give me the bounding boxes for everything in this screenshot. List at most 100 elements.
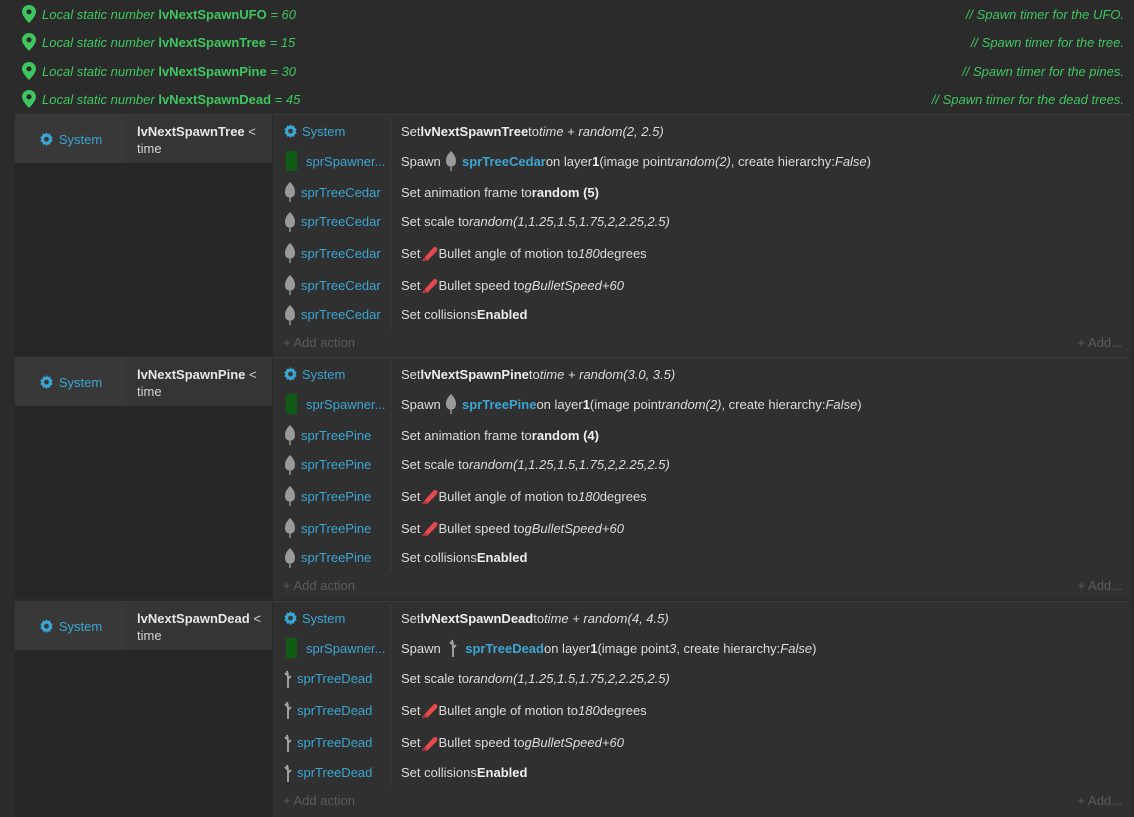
action-object[interactable]: sprSpawner... <box>283 145 389 177</box>
action-row[interactable]: sprTreeCedar Set Bullet speed to gBullet… <box>273 270 1130 300</box>
divider <box>390 632 391 664</box>
action-row[interactable]: sprTreePine Set collisions Enabled <box>273 543 1130 572</box>
tree-icon <box>283 305 297 325</box>
condition-system-object[interactable]: System <box>15 358 126 406</box>
add-action-button[interactable]: + Add action <box>283 578 355 593</box>
condition-compare[interactable]: lvNextSpawnTree < time <box>126 115 272 163</box>
action-object[interactable]: sprTreePine <box>283 450 389 479</box>
action-object[interactable]: sprTreeCedar <box>283 207 389 236</box>
divider <box>390 727 391 758</box>
action-object[interactable]: sprTreeCedar <box>283 300 389 329</box>
action-row[interactable]: sprSpawner... Spawn sprTreeDead on layer… <box>273 632 1130 664</box>
action-row[interactable]: sprSpawner... Spawn sprTreeCedar on laye… <box>273 145 1130 177</box>
variable-row[interactable]: Local static number lvNextSpawnPine = 30… <box>0 57 1134 85</box>
spawner-icon <box>286 394 297 414</box>
divider <box>390 360 391 388</box>
action-object[interactable]: sprTreePine <box>283 513 389 543</box>
add-action-button[interactable]: + Add action <box>283 335 355 350</box>
action-object[interactable]: sprTreePine <box>283 543 389 572</box>
condition-system-object[interactable]: System <box>15 602 126 650</box>
action-object[interactable]: sprTreeCedar <box>283 177 389 207</box>
condition-compare[interactable]: lvNextSpawnDead < time <box>126 602 272 650</box>
action-row[interactable]: sprTreeCedar Set animation frame to rand… <box>273 177 1130 207</box>
event-block[interactable]: System lvNextSpawnTree < time System Set… <box>15 114 1130 356</box>
action-object[interactable]: sprTreePine <box>283 479 389 513</box>
action-text: Set lvNextSpawnTree to time + random(2, … <box>401 123 664 139</box>
action-text: Set Bullet angle of motion to 180 degree… <box>401 245 647 261</box>
event-block[interactable]: System lvNextSpawnDead < time System Set… <box>15 601 1130 817</box>
action-object-label: sprTreeDead <box>297 671 373 686</box>
action-row[interactable]: sprTreePine Set Bullet speed to gBulletS… <box>273 513 1130 543</box>
action-object[interactable]: System <box>283 360 389 388</box>
spawner-icon <box>286 638 297 658</box>
action-row[interactable]: System Set lvNextSpawnDead to time + ran… <box>273 604 1130 632</box>
action-row[interactable]: sprTreeDead Set Bullet speed to gBulletS… <box>273 727 1130 758</box>
action-object[interactable]: sprTreeDead <box>283 693 389 727</box>
variable-comment: // Spawn timer for the tree. <box>970 34 1124 50</box>
action-object[interactable]: sprTreePine <box>283 420 389 450</box>
action-row[interactable]: System Set lvNextSpawnTree to time + ran… <box>273 117 1130 145</box>
action-text: Set collisions Enabled <box>401 307 528 322</box>
action-row[interactable]: sprTreeDead Set Bullet angle of motion t… <box>273 693 1130 727</box>
variable-row[interactable]: Local static number lvNextSpawnUFO = 60 … <box>0 0 1134 28</box>
condition-object-label: System <box>58 131 103 147</box>
divider <box>390 236 391 270</box>
action-row[interactable]: sprTreePine Set scale to random(1,1.25,1… <box>273 450 1130 479</box>
action-text: Set animation frame to random (5) <box>401 184 599 200</box>
action-text: Set collisions Enabled <box>401 550 528 565</box>
variable-row[interactable]: Local static number lvNextSpawnTree = 15… <box>0 28 1134 56</box>
condition-system-object[interactable]: System <box>15 115 126 163</box>
bullet-behavior-icon <box>421 702 439 718</box>
action-object[interactable]: sprTreeDead <box>283 664 389 693</box>
divider <box>390 513 391 543</box>
action-row[interactable]: sprTreeCedar Set Bullet angle of motion … <box>273 236 1130 270</box>
action-row[interactable]: sprSpawner... Spawn sprTreePine on layer… <box>273 388 1130 420</box>
action-text: Set scale to random(1,1.25,1.5,1.75,2,2.… <box>401 671 670 686</box>
action-row[interactable]: sprTreeCedar Set collisions Enabled <box>273 300 1130 329</box>
divider <box>390 693 391 727</box>
divider <box>390 207 391 236</box>
condition-operator: < <box>244 124 256 139</box>
condition-operator: < <box>245 367 257 382</box>
action-object[interactable]: System <box>283 117 389 145</box>
action-object[interactable]: sprTreeCedar <box>283 270 389 300</box>
bullet-behavior-icon <box>421 277 439 293</box>
action-row[interactable]: sprTreePine Set animation frame to rando… <box>273 420 1130 450</box>
gear-icon <box>283 124 298 139</box>
condition-compare[interactable]: lvNextSpawnPine < time <box>126 358 272 406</box>
action-object-label: sprTreeDead <box>297 702 373 718</box>
action-object[interactable]: sprSpawner... <box>283 388 389 420</box>
action-row[interactable]: System Set lvNextSpawnPine to time + ran… <box>273 360 1130 388</box>
action-row[interactable]: sprTreePine Set Bullet angle of motion t… <box>273 479 1130 513</box>
divider <box>390 604 391 632</box>
action-text: Set scale to random(1,1.25,1.5,1.75,2,2.… <box>401 457 670 472</box>
variable-row[interactable]: Local static number lvNextSpawnDead = 45… <box>0 85 1134 113</box>
action-object[interactable]: sprSpawner... <box>283 632 389 664</box>
event-block[interactable]: System lvNextSpawnPine < time System Set… <box>15 357 1130 599</box>
action-object[interactable]: sprTreeDead <box>283 727 389 758</box>
action-object-label: sprTreeCedar <box>301 245 381 261</box>
variable-comment: // Spawn timer for the pines. <box>962 63 1124 79</box>
action-row[interactable]: sprTreeDead Set scale to random(1,1.25,1… <box>273 664 1130 693</box>
action-text: Spawn sprTreeDead on layer 1 (image poin… <box>401 640 817 656</box>
divider <box>390 664 391 693</box>
action-row[interactable]: sprTreeCedar Set scale to random(1,1.25,… <box>273 207 1130 236</box>
divider <box>390 758 391 787</box>
add-more-button[interactable]: + Add... <box>1078 578 1122 593</box>
tree-icon <box>283 182 297 202</box>
divider <box>390 177 391 207</box>
tree-icon <box>283 243 297 263</box>
add-more-button[interactable]: + Add... <box>1078 793 1122 808</box>
gear-icon <box>283 367 298 382</box>
variable-pin-icon <box>22 90 36 108</box>
action-object[interactable]: sprTreeCedar <box>283 236 389 270</box>
bullet-behavior-icon <box>421 735 439 751</box>
action-object-label: sprTreeDead <box>297 765 373 780</box>
add-action-button[interactable]: + Add action <box>283 793 355 808</box>
action-object[interactable]: sprTreeDead <box>283 758 389 787</box>
action-row[interactable]: sprTreeDead Set collisions Enabled <box>273 758 1130 787</box>
action-object[interactable]: System <box>283 604 389 632</box>
add-more-button[interactable]: + Add... <box>1078 335 1122 350</box>
action-text: Set lvNextSpawnDead to time + random(4, … <box>401 610 669 626</box>
divider <box>390 270 391 300</box>
